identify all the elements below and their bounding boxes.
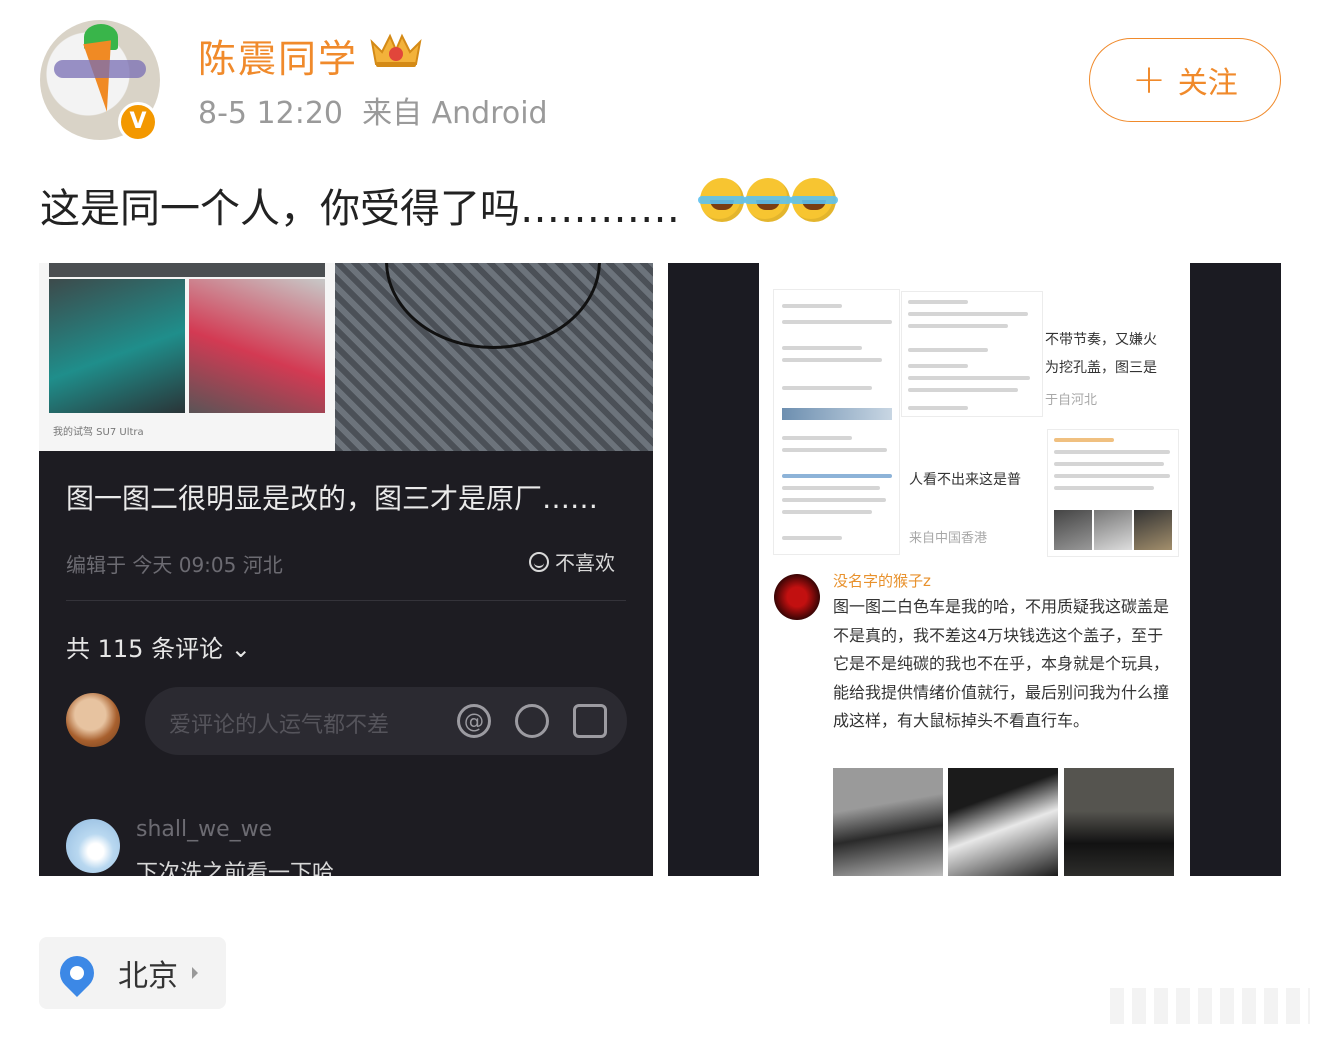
laugh-cry-emoji-icon (790, 178, 838, 222)
photo-strip-top (49, 263, 325, 277)
crashed-car-photo-2 (189, 279, 325, 413)
chevron-down-icon: ⌄ (230, 635, 251, 663)
at-icon: @ (457, 704, 491, 738)
post-text: 这是同一个人，你受得了吗………… (40, 186, 680, 232)
image1-left-panel: 我的试驾 SU7 Ultra (39, 263, 335, 451)
snippet-5: 来自中国香港 (909, 531, 988, 546)
crown-badge-icon (370, 33, 422, 67)
mini-screenshot-2 (901, 291, 1043, 417)
dislike-button: 不喜欢 (529, 547, 615, 576)
divider (66, 600, 626, 601)
image1-photo-strip: 我的试驾 SU7 Ultra (39, 263, 653, 451)
plus-icon: + (1132, 57, 1166, 103)
post-time: 8-5 12:20 (198, 96, 343, 131)
reply-card-avatar (774, 574, 820, 620)
comment-count-label: 共 115 条评论 (66, 635, 224, 663)
location-pin-icon (52, 948, 102, 998)
laugh-cry-emoji-icon (698, 178, 746, 222)
carbon-hood-photo (335, 263, 653, 451)
watermark-fade (1110, 988, 1310, 1024)
mini-screenshot-1 (773, 289, 900, 555)
post-meta: 8-5 12:20 来自 Android (198, 88, 548, 132)
comment-avatar (66, 693, 120, 747)
emoji-icon (515, 704, 549, 738)
image-icon (573, 704, 607, 738)
verified-badge-icon: V (118, 102, 158, 142)
snippet-4: 人看不出来这是普 (909, 472, 1021, 488)
photo-watermark: 我的试驾 SU7 Ultra (53, 427, 144, 438)
car-photo-1 (833, 768, 943, 876)
follow-button[interactable]: + 关注 (1089, 38, 1281, 122)
comment-count: 共 115 条评论 ⌄ (66, 629, 251, 664)
car-photo-3 (1064, 768, 1174, 876)
user-name[interactable]: 陈震同学 (198, 28, 358, 83)
reply-name: shall_we_we (136, 817, 273, 842)
reply-card-name: 没名字的猴子z (833, 572, 931, 590)
comment-input-mock: 爱评论的人运气都不差 @ (145, 687, 627, 755)
dislike-label: 不喜欢 (555, 551, 615, 575)
reply-avatar (66, 819, 120, 873)
smile-icon (529, 551, 549, 572)
mini-screenshot-3 (1047, 429, 1179, 557)
crashed-car-photo-1 (49, 279, 185, 413)
post-image-1[interactable]: 我的试驾 SU7 Ultra 图一图二很明显是改的，图三才是原厂…… 编辑于 今… (39, 263, 653, 876)
avatar-logo-band (54, 60, 146, 78)
reply-text: 下次洗之前看一下哈 (136, 861, 335, 876)
snippet-2: 为挖孔盖，图三是 (1045, 360, 1157, 376)
snippet-3: 于自河北 (1045, 393, 1098, 408)
comment-placeholder: 爱评论的人运气都不差 (169, 713, 390, 738)
image1-edited: 编辑于 今天 09:05 河北 (66, 553, 283, 577)
post-image-2[interactable]: 不带节奏，又嫌火 为挖孔盖，图三是 于自河北 人看不出来这是普 来自中国香港 没… (668, 263, 1281, 876)
emoji-row (698, 178, 838, 222)
location-tag[interactable]: 北京 (39, 937, 226, 1009)
follow-label: 关注 (1177, 66, 1238, 101)
image1-title: 图一图二很明显是改的，图三才是原厂…… (66, 482, 599, 515)
chevron-right-icon (192, 967, 198, 979)
screenshot-page: 不带节奏，又嫌火 为挖孔盖，图三是 于自河北 人看不出来这是普 来自中国香港 没… (759, 263, 1190, 876)
reply-card-body: 图一图二白色车是我的哈，不用质疑我这碳盖是不是真的，我不差这4万块钱选这个盖子，… (833, 597, 1170, 730)
snippet-1: 不带节奏，又嫌火 (1045, 332, 1157, 348)
post-source: 来自 Android (362, 96, 548, 131)
laugh-cry-emoji-icon (744, 178, 792, 222)
highlight-circle (385, 263, 601, 349)
car-photo-2 (948, 768, 1058, 876)
location-label: 北京 (118, 959, 178, 994)
